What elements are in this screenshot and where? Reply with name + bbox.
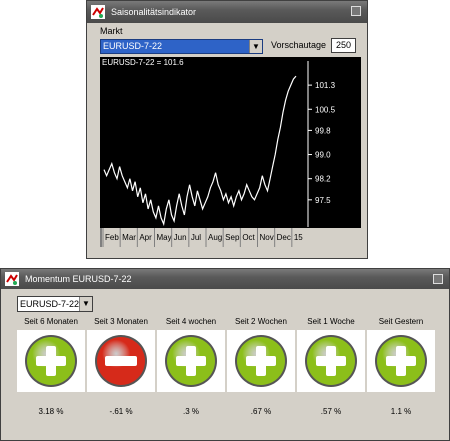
market-select[interactable]: EURUSD-7-22 ▼: [100, 39, 263, 54]
y-tick-label: 101.3: [315, 81, 336, 90]
y-tick-label: 97.5: [315, 196, 331, 205]
momentum-titlebar[interactable]: Momentum EURUSD-7-22: [1, 269, 449, 289]
momentum-period-label: Seit Gestern: [378, 317, 424, 326]
momentum-percent-value: -.61 %: [109, 407, 133, 416]
y-tick-label: 98.2: [315, 175, 331, 184]
seasonality-titlebar[interactable]: Saisonalitätsindikator: [87, 1, 367, 23]
x-tick-label: May: [157, 233, 172, 242]
chart-title: EURUSD-7-22 = 101.6: [102, 58, 184, 67]
y-tick-label: 99.0: [315, 151, 331, 160]
seasonality-window: Saisonalitätsindikator Markt EURUSD-7-22…: [86, 0, 368, 259]
momentum-column: Seit 1 Woche .57 %: [297, 316, 365, 416]
x-tick-label: Sep: [225, 233, 240, 242]
x-tick-label: Apr: [139, 233, 152, 242]
y-tick-label: 100.5: [315, 105, 336, 114]
seasonality-chart: EURUSD-7-22 = 101.6 101.3 100.5 99.8 99.0 98.…: [100, 57, 361, 247]
x-tick-label: Feb: [105, 233, 119, 242]
x-tick-label: Aug: [208, 233, 222, 242]
momentum-signal-tile: [17, 330, 85, 392]
x-axis-edge: [100, 228, 102, 247]
momentum-percent-value: .3 %: [182, 407, 199, 416]
momentum-window: Momentum EURUSD-7-22 EURUSD-7-22 ▼ Seit …: [0, 268, 450, 441]
momentum-column: Seit Gestern 1.1 %: [367, 316, 435, 416]
vorschautage-input[interactable]: 250: [331, 38, 356, 53]
momentum-market-value: EURUSD-7-22: [20, 299, 80, 309]
momentum-percent-value: .67 %: [250, 407, 272, 416]
app-icon: [3, 270, 21, 288]
window-title: Momentum EURUSD-7-22: [25, 274, 132, 284]
momentum-column: Seit 6 Monaten 3.18 %: [17, 316, 85, 416]
momentum-period-label: Seit 2 Wochen: [235, 317, 287, 326]
momentum-column: Seit 3 Monaten -.61 %: [87, 316, 155, 416]
window-menu-button[interactable]: [433, 274, 443, 284]
chevron-down-icon[interactable]: ▼: [249, 40, 262, 53]
y-tick-label: 99.8: [315, 126, 331, 135]
vorschautage-label: Vorschautage: [271, 40, 327, 50]
x-tick-label: Nov: [260, 233, 274, 242]
app-icon: [89, 3, 107, 21]
momentum-percent-value: 3.18 %: [38, 407, 64, 416]
plus-circle-icon: [25, 335, 77, 387]
momentum-period-label: Seit 3 Monaten: [94, 317, 148, 326]
momentum-percent-value: 1.1 %: [390, 407, 412, 416]
chart-svg: EURUSD-7-22 = 101.6 101.3 100.5 99.8 99.0 98.…: [100, 58, 361, 247]
momentum-signal-tile: [367, 330, 435, 392]
market-select-value: EURUSD-7-22: [103, 41, 163, 51]
x-tick-label: Mar: [122, 233, 136, 242]
markt-label: Markt: [100, 26, 123, 36]
x-tick-label: 15: [294, 233, 303, 242]
plus-circle-icon: [165, 335, 217, 387]
x-tick-label: Jun: [174, 233, 187, 242]
plus-circle-icon: [375, 335, 427, 387]
x-tick-label: Oct: [242, 233, 255, 242]
series-line: [103, 75, 297, 227]
momentum-column: Seit 4 wochen .3 %: [157, 316, 225, 416]
momentum-percent-value: .57 %: [320, 407, 342, 416]
window-title: Saisonalitätsindikator: [111, 7, 197, 17]
x-tick-label: Jul: [191, 233, 201, 242]
x-tick-label: Dec: [277, 233, 291, 242]
momentum-period-label: Seit 4 wochen: [165, 317, 217, 326]
plus-circle-icon: [305, 335, 357, 387]
momentum-signal-tile: [87, 330, 155, 392]
minus-circle-icon: [95, 335, 147, 387]
momentum-signal-tile: [227, 330, 295, 392]
momentum-signal-tile: [157, 330, 225, 392]
momentum-market-select[interactable]: EURUSD-7-22 ▼: [17, 296, 93, 312]
momentum-signal-tile: [297, 330, 365, 392]
chevron-down-icon[interactable]: ▼: [79, 297, 92, 311]
momentum-period-label: Seit 6 Monaten: [24, 317, 78, 326]
momentum-period-label: Seit 1 Woche: [307, 317, 355, 326]
window-menu-button[interactable]: [351, 6, 361, 16]
plus-circle-icon: [235, 335, 287, 387]
momentum-column: Seit 2 Wochen .67 %: [227, 316, 295, 416]
